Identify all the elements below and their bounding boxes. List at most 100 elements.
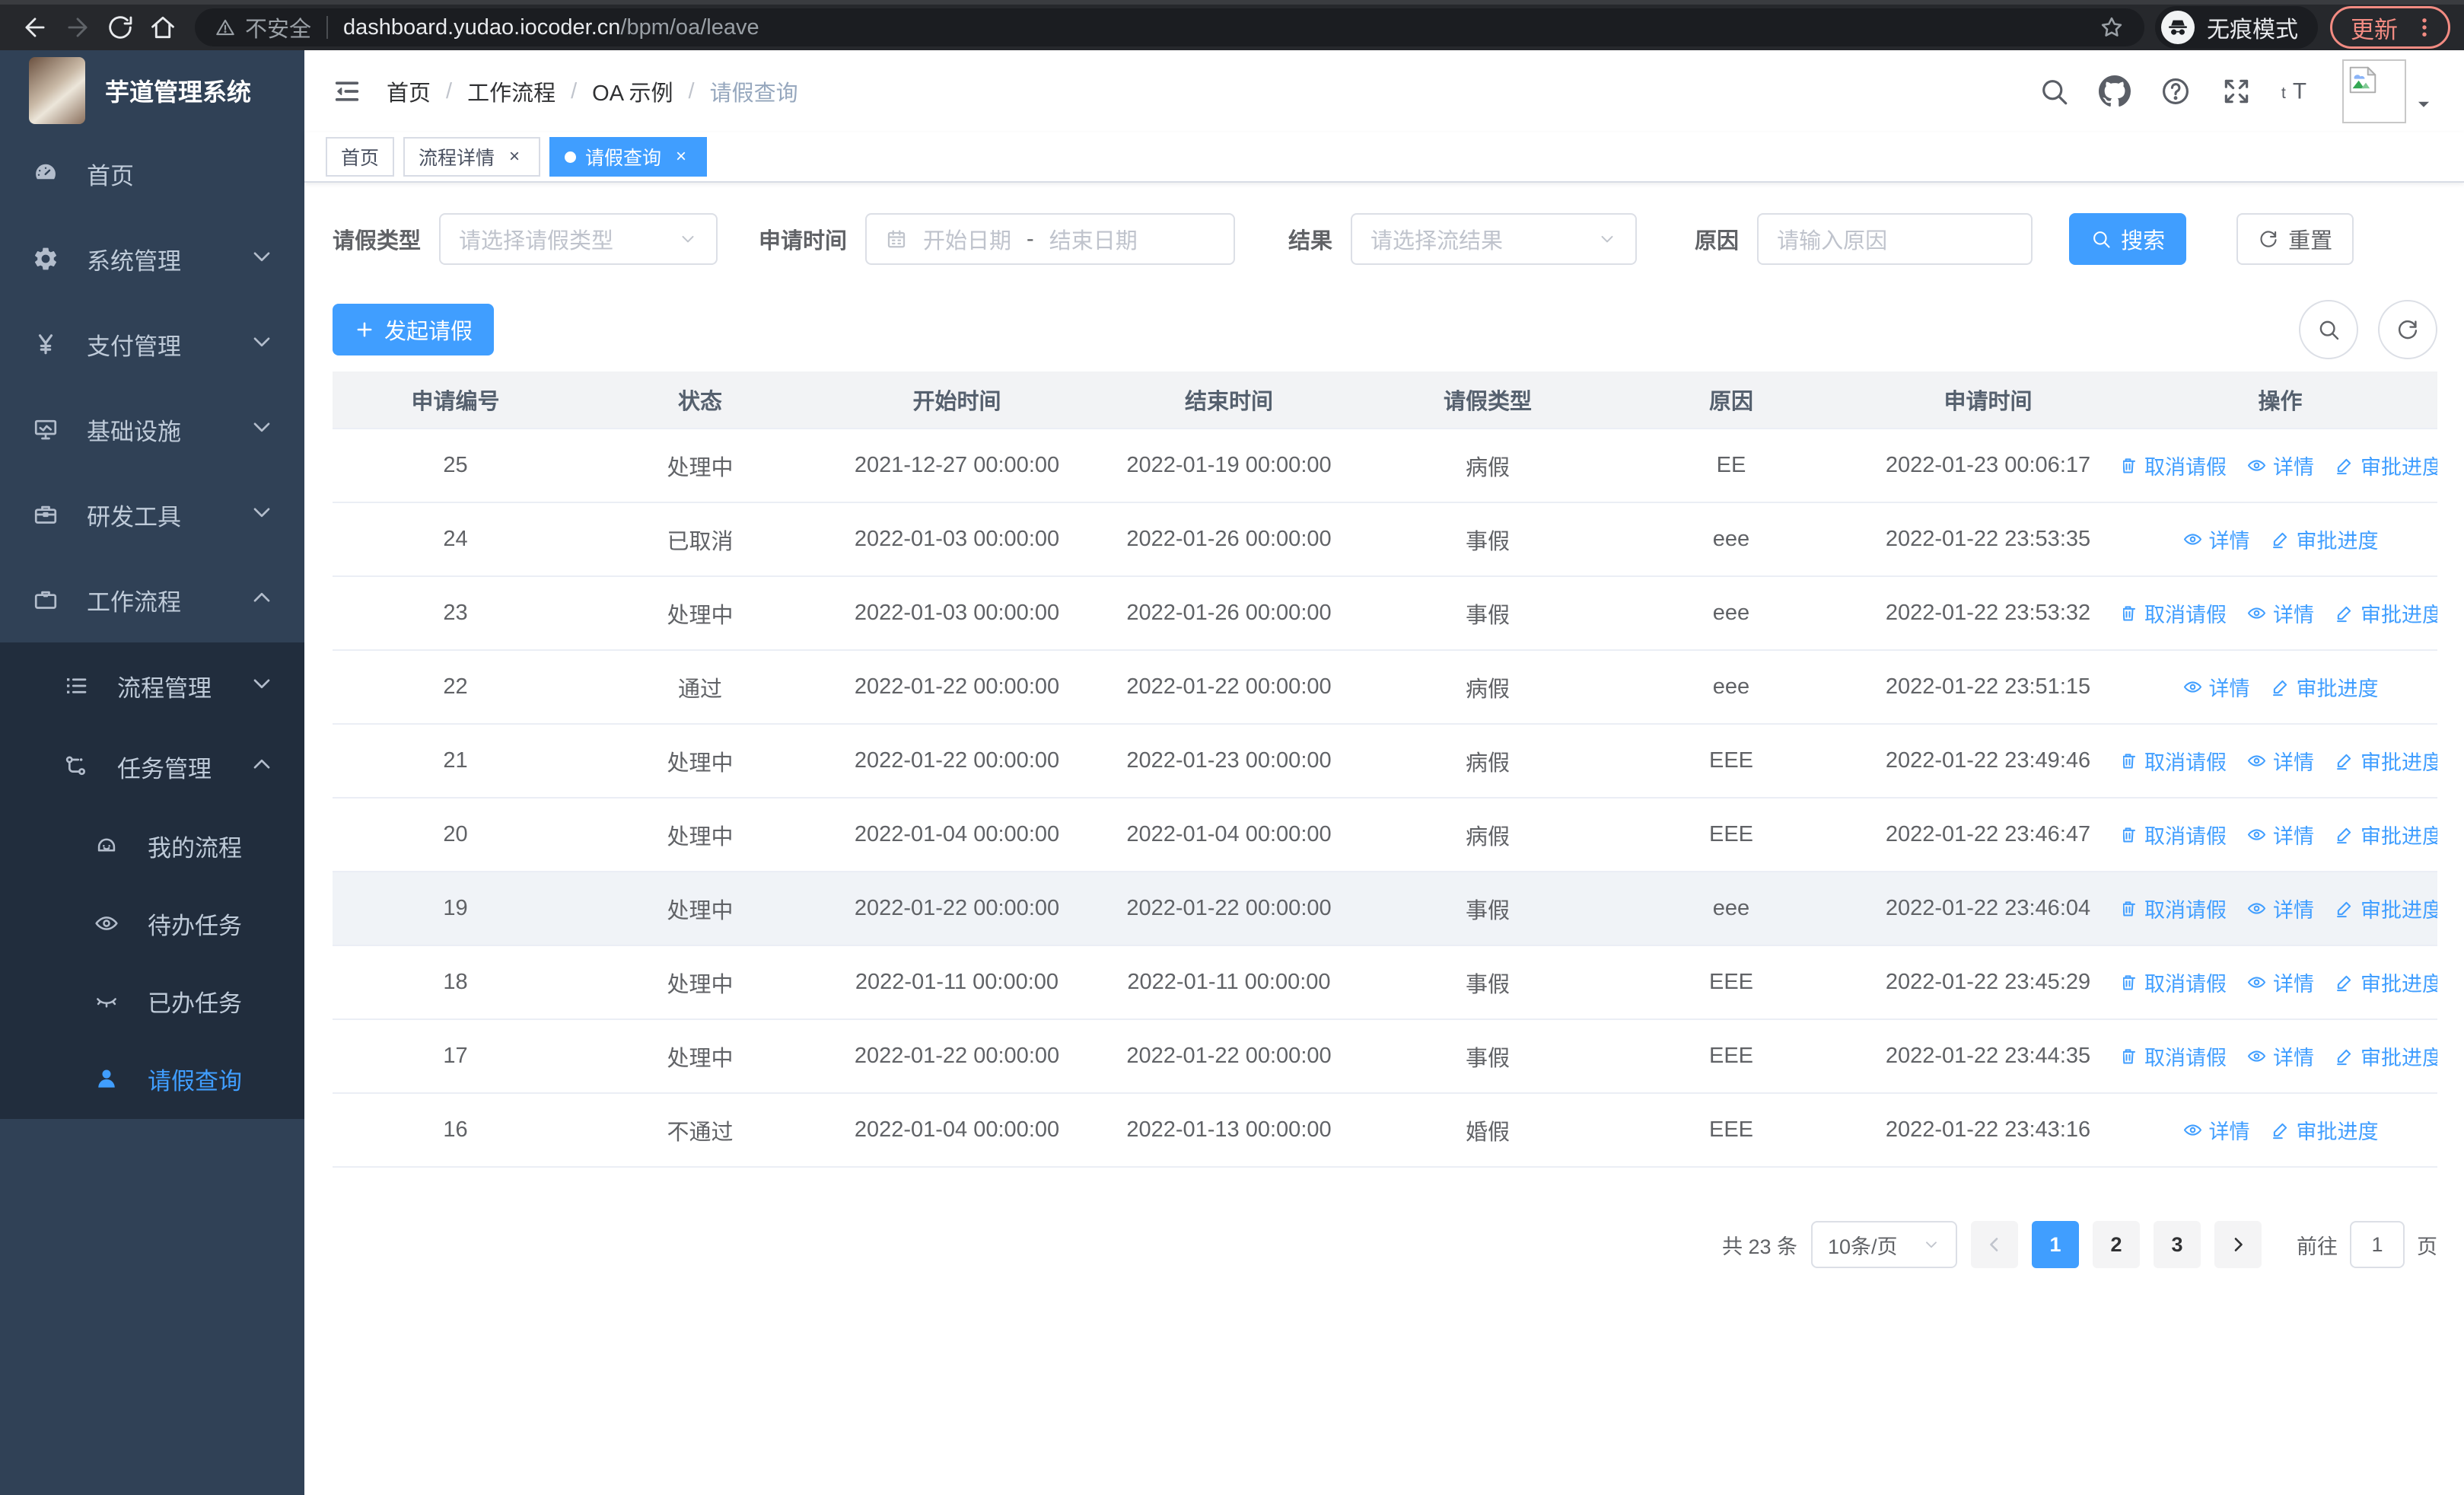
cancel-link[interactable]: 取消请假	[2123, 1041, 2227, 1071]
cell-applied: 2022-01-22 23:46:04	[1885, 896, 2091, 920]
home-icon	[148, 13, 177, 42]
table-row: 22 通过 2022-01-22 00:00:00 2022-01-22 00:…	[333, 651, 2437, 725]
update-label: 更新	[2351, 16, 2398, 43]
detail-link[interactable]: 详情	[2182, 1115, 2250, 1145]
cell-id: 20	[443, 822, 468, 846]
table-row: 21 处理中 2022-01-22 00:00:00 2022-01-23 00…	[333, 725, 2437, 799]
page-button-3[interactable]: 3	[2154, 1221, 2201, 1268]
fontsize-button[interactable]: tT	[2281, 75, 2313, 107]
tab-close-icon[interactable]: ×	[670, 146, 692, 167]
cancel-link[interactable]: 取消请假	[2123, 746, 2227, 776]
sidebar-collapse-button[interactable]	[324, 69, 370, 114]
sidebar-item-task-mgmt[interactable]: 任务管理	[0, 726, 304, 807]
progress-link[interactable]: 审批进度	[2270, 1115, 2379, 1145]
next-page-button[interactable]	[2214, 1221, 2262, 1268]
table-row: 20 处理中 2022-01-04 00:00:00 2022-01-04 00…	[333, 799, 2437, 872]
sidebar-item-my-process[interactable]: 我的流程	[0, 807, 304, 885]
detail-link[interactable]: 详情	[2246, 746, 2314, 776]
sidebar-item-done-tasks[interactable]: 已办任务	[0, 962, 304, 1040]
chevron-down-icon	[247, 670, 277, 697]
cell-applied: 2022-01-22 23:44:35	[1885, 1044, 2091, 1068]
leave-type-select[interactable]: 请选择请假类型	[439, 213, 718, 265]
progress-link[interactable]: 审批进度	[2334, 820, 2437, 850]
progress-link[interactable]: 审批进度	[2270, 524, 2379, 554]
breadcrumb-item: 请假查询	[709, 81, 798, 106]
page-button-1[interactable]: 1	[2032, 1221, 2079, 1268]
fullscreen-button[interactable]	[2220, 75, 2252, 107]
header-search-button[interactable]	[2038, 75, 2070, 107]
create-leave-button[interactable]: 发起请假	[333, 304, 495, 355]
sidebar-item-leave-query[interactable]: 请假查询	[0, 1040, 304, 1117]
browser-home-button[interactable]	[142, 6, 184, 49]
page-size-select[interactable]: 10条/页	[1811, 1221, 1957, 1268]
cancel-link[interactable]: 取消请假	[2123, 967, 2227, 997]
image-placeholder-icon	[2345, 62, 2380, 97]
cell-start: 2022-01-04 00:00:00	[854, 1117, 1060, 1142]
sidebar-item-infra[interactable]: 基础设施	[0, 387, 304, 472]
goto-page-input[interactable]: 1	[2350, 1221, 2405, 1268]
refresh-table-button[interactable]	[2378, 300, 2437, 359]
reset-button[interactable]: 重置	[2236, 213, 2354, 265]
apply-time-range-picker[interactable]: 开始日期 - 结束日期	[865, 213, 1236, 265]
breadcrumb-item[interactable]: OA 示例	[592, 75, 673, 107]
reason-input[interactable]: 请输入原因	[1757, 213, 2033, 265]
chevron-down-icon	[247, 328, 277, 355]
sidebar-item-process-mgmt[interactable]: 流程管理	[0, 645, 304, 726]
sidebar-item-payment[interactable]: 支付管理	[0, 301, 304, 387]
user-avatar-menu[interactable]	[2342, 59, 2434, 123]
edit-icon	[2334, 455, 2354, 476]
help-button[interactable]	[2160, 75, 2192, 107]
progress-link[interactable]: 审批进度	[2334, 598, 2437, 628]
breadcrumb-item[interactable]: 首页	[387, 75, 431, 107]
page-button-2[interactable]: 2	[2093, 1221, 2140, 1268]
progress-link[interactable]: 审批进度	[2334, 894, 2437, 923]
search-button[interactable]: 搜索	[2069, 213, 2187, 265]
prev-page-button[interactable]	[1971, 1221, 2018, 1268]
edit-icon	[2334, 824, 2354, 845]
bookmark-star-icon[interactable]	[2099, 14, 2125, 40]
detail-link[interactable]: 详情	[2246, 451, 2314, 480]
progress-link[interactable]: 审批进度	[2334, 1041, 2437, 1071]
leave-table: 申请编号 状态 开始时间 结束时间 请假类型 原因 申请时间 操作 25 处理中 2021-1…	[333, 371, 2437, 1168]
cell-start: 2022-01-03 00:00:00	[854, 601, 1060, 625]
sidebar-item-home[interactable]: 首页	[0, 131, 304, 216]
tab-close-icon[interactable]: ×	[504, 146, 525, 167]
cell-id: 22	[443, 674, 468, 699]
page-header: 首页 / 工作流程 / OA 示例 / 请假查询 tT	[304, 50, 2464, 132]
sidebar-item-todo-tasks[interactable]: 待办任务	[0, 885, 304, 962]
progress-link[interactable]: 审批进度	[2334, 746, 2437, 776]
sidebar-item-workflow[interactable]: 工作流程	[0, 557, 304, 642]
progress-link[interactable]: 审批进度	[2334, 967, 2437, 997]
tab-请假查询[interactable]: 请假查询 ×	[549, 137, 708, 177]
sidebar-item-system[interactable]: 系统管理	[0, 216, 304, 301]
github-button[interactable]	[2099, 75, 2131, 107]
progress-link[interactable]: 审批进度	[2270, 672, 2379, 702]
cancel-link[interactable]: 取消请假	[2123, 598, 2227, 628]
address-bar[interactable]: 不安全 dashboard.yudao.iocoder.cn/bpm/oa/le…	[195, 8, 2144, 46]
detail-link[interactable]: 详情	[2246, 598, 2314, 628]
detail-link[interactable]: 详情	[2246, 1041, 2314, 1071]
detail-link[interactable]: 详情	[2246, 820, 2314, 850]
cancel-link[interactable]: 取消请假	[2123, 451, 2227, 480]
menu-dots-icon[interactable]	[2411, 14, 2437, 40]
browser-reload-button[interactable]	[99, 6, 142, 49]
detail-link[interactable]: 详情	[2182, 672, 2250, 702]
result-select[interactable]: 请选择流结果	[1351, 213, 1638, 265]
detail-link[interactable]: 详情	[2182, 524, 2250, 554]
browser-forward-button[interactable]	[56, 6, 99, 49]
cancel-link[interactable]: 取消请假	[2123, 820, 2227, 850]
breadcrumb-item[interactable]: 工作流程	[467, 75, 556, 107]
toggle-search-button[interactable]	[2299, 300, 2358, 359]
browser-update-button[interactable]: 更新	[2330, 6, 2450, 49]
progress-link[interactable]: 审批进度	[2334, 451, 2437, 480]
tab-首页[interactable]: 首页	[326, 137, 395, 177]
browser-back-button[interactable]	[14, 6, 56, 49]
detail-link[interactable]: 详情	[2246, 967, 2314, 997]
detail-link[interactable]: 详情	[2246, 894, 2314, 923]
cancel-link[interactable]: 取消请假	[2123, 894, 2227, 923]
chevron-down-icon	[247, 413, 277, 441]
sidebar-item-devtools[interactable]: 研发工具	[0, 472, 304, 557]
tab-流程详情[interactable]: 流程详情 ×	[403, 137, 541, 177]
cell-end: 2022-01-23 00:00:00	[1126, 748, 1332, 773]
app-logo[interactable]: 芋道管理系统	[0, 50, 304, 131]
